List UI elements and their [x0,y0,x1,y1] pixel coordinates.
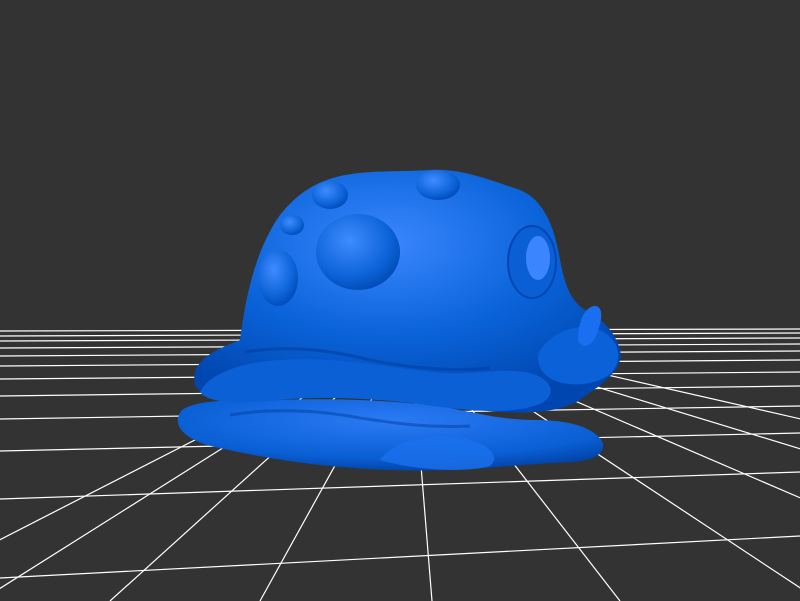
model-bump-top-right [416,170,460,200]
3d-viewport[interactable] [0,0,800,601]
model-bump-large [316,214,400,290]
blob-creature-model[interactable] [177,169,621,471]
model-eye-inner [526,236,550,280]
model-bump-left [258,250,298,306]
model-bump-top [312,181,348,209]
model-bump-side [280,215,304,235]
scene-canvas[interactable] [0,0,800,601]
